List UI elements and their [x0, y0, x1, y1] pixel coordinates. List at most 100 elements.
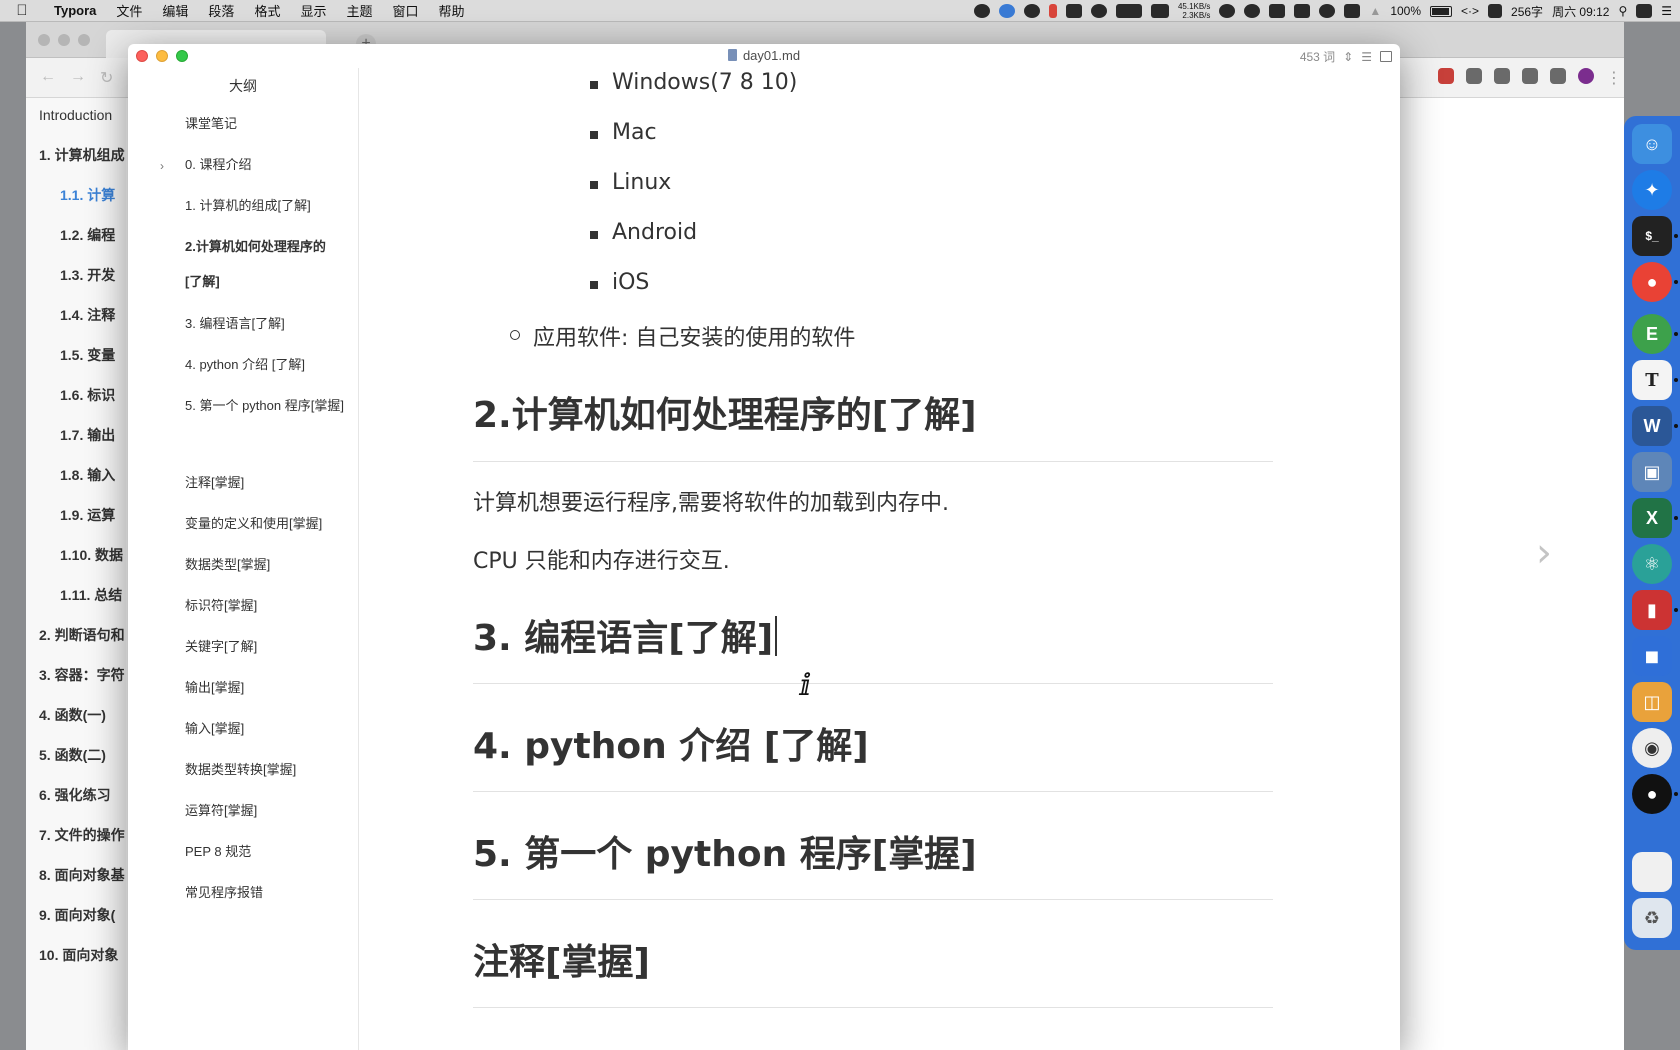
list-item[interactable]: Windows(7 8 10) [589, 70, 797, 95]
menu-edit[interactable]: 编辑 [152, 1, 198, 20]
menu-window[interactable]: 窗口 [382, 1, 428, 20]
sidebar-item[interactable]: 1.8. 输入 [60, 465, 115, 485]
extension-icon[interactable] [1522, 68, 1538, 84]
list-item[interactable]: Android [589, 220, 697, 245]
menu-theme[interactable]: 主题 [336, 1, 382, 20]
outline-toggle-icon[interactable]: ☰ [1361, 50, 1372, 64]
heading-first-program[interactable]: 5. 第一个 python 程序[掌握] [473, 825, 1273, 877]
forward-arrow-icon[interactable]: → [70, 68, 86, 88]
outline-item[interactable]: 变量的定义和使用[掌握] [185, 506, 345, 541]
trash-icon[interactable]: ♻ [1632, 898, 1672, 938]
word-count-label[interactable]: 453 词 [1300, 48, 1335, 65]
menu-app-typora[interactable]: Typora [44, 3, 106, 18]
chat-tray-icon[interactable] [1294, 4, 1311, 18]
sidebar-item[interactable]: 8. 面向对象基 [39, 865, 125, 885]
sidebar-item[interactable]: 6. 强化练习 [39, 785, 111, 805]
chrome-icon[interactable]: ● [1632, 262, 1672, 302]
virtualbox-icon[interactable]: ◼ [1632, 636, 1672, 676]
wifi-icon[interactable]: ▲ [1369, 4, 1381, 18]
back-arrow-icon[interactable]: ← [40, 68, 56, 88]
sidebar-item[interactable]: 1.9. 运算 [60, 505, 115, 525]
sidebar-toggle-icon[interactable] [1380, 51, 1392, 62]
outline-item[interactable]: 1. 计算机的组成[了解] [185, 188, 345, 223]
sidebar-item[interactable]: 1.7. 输出 [60, 425, 115, 445]
preview-icon[interactable]: ▣ [1632, 452, 1672, 492]
sidebar-item[interactable]: 1. 计算机组成 [39, 145, 125, 165]
sidebar-item[interactable]: 1.10. 数据 [60, 545, 123, 565]
outline-item[interactable]: 3. 编程语言[了解] [185, 306, 345, 341]
sidebar-item[interactable]: 3. 容器：字符 [39, 665, 125, 685]
sidebar-item[interactable]: 1.6. 标识 [60, 385, 115, 405]
list-item[interactable]: Mac [590, 120, 657, 145]
terminal-icon[interactable]: $_ [1632, 216, 1672, 256]
extension-icon[interactable] [1494, 68, 1510, 84]
outline-item[interactable]: 运算符[掌握] [185, 793, 345, 828]
outline-item[interactable]: 关键字[了解] [185, 629, 345, 664]
outline-item[interactable]: 标识符[掌握] [185, 588, 345, 623]
keyboard-tray-icon[interactable] [1488, 4, 1503, 18]
outline-item[interactable]: 课堂笔记 [185, 106, 345, 141]
obs-icon[interactable]: ● [1632, 774, 1672, 814]
sidebar-item[interactable]: 5. 函数(二) [39, 745, 106, 765]
sidebar-item[interactable]: 1.2. 编程 [60, 225, 115, 245]
sidebar-item[interactable]: 1.11. 总结 [60, 585, 122, 605]
extension-icon[interactable] [1466, 68, 1482, 84]
notification-center-icon[interactable] [1636, 4, 1653, 18]
word-icon[interactable]: W [1632, 406, 1672, 446]
input-source-icon[interactable]: <·> [1461, 4, 1479, 18]
more-menu-icon[interactable]: ⋮ [1606, 68, 1622, 87]
browser-maximize-button[interactable] [78, 34, 90, 46]
outline-item[interactable]: 注释[掌握] [185, 465, 345, 500]
atom-icon[interactable]: ⚛ [1632, 544, 1672, 584]
menu-paragraph[interactable]: 段落 [198, 1, 244, 20]
menu-file[interactable]: 文件 [106, 1, 152, 20]
parallels-icon[interactable]: ▮ [1632, 590, 1672, 630]
bluetooth-tray-icon[interactable] [1090, 4, 1107, 18]
list-item[interactable]: Linux [589, 170, 671, 195]
puzzle-icon[interactable] [1550, 68, 1566, 84]
outline-item[interactable]: 输出[掌握] [185, 670, 345, 705]
sidebar-item-active[interactable]: 1.1. 计算 [60, 185, 115, 205]
evernote-icon[interactable]: E [1632, 314, 1672, 354]
sidebar-item[interactable]: 1.4. 注释 [60, 305, 115, 325]
chevron-right-icon[interactable]: › [160, 159, 164, 173]
sidebar-item[interactable]: 1.5. 变量 [60, 345, 115, 365]
outline-item[interactable]: 数据类型转换[掌握] [185, 752, 345, 787]
menu-view[interactable]: 显示 [290, 1, 336, 20]
reload-icon[interactable]: ↻ [100, 68, 113, 88]
evernote-tray-icon[interactable] [1219, 4, 1236, 18]
outline-item-active[interactable]: 2.计算机如何处理程序的 [了解] [185, 229, 345, 299]
extension-icon[interactable] [1438, 68, 1454, 84]
control-menu-icon[interactable]: ☰ [1661, 4, 1672, 18]
battery-percent[interactable]: 100% [1390, 4, 1421, 18]
sidebar-item[interactable]: 2. 判断语句和 [39, 625, 125, 645]
sidebar-item[interactable]: 7. 文件的操作 [39, 825, 125, 845]
folder-icon[interactable]: ◫ [1632, 682, 1672, 722]
outline-item[interactable]: 4. python 介绍 [了解] [185, 347, 345, 382]
outline-item[interactable]: 常见程序报错 [185, 875, 345, 910]
app-tray-icon[interactable] [1023, 4, 1040, 18]
screen-tray-icon[interactable] [1065, 4, 1082, 18]
cloud-tray-icon[interactable] [1319, 4, 1336, 18]
cpu-meter-icon[interactable] [1115, 4, 1142, 18]
heading-lang[interactable]: 3. 编程语言[了解] [473, 609, 1273, 661]
info-tray-icon[interactable] [998, 4, 1015, 18]
typora-icon[interactable]: T [1632, 360, 1672, 400]
battery-icon[interactable] [1430, 5, 1453, 17]
outline-item[interactable]: 数据类型[掌握] [185, 547, 345, 582]
paragraph[interactable]: CPU 只能和内存进行交互. [473, 543, 730, 575]
outline-item[interactable]: 0. 课程介绍 [185, 147, 345, 182]
browser-minimize-button[interactable] [58, 34, 70, 46]
heading-python[interactable]: 4. python 介绍 [了解] [473, 717, 1273, 769]
grid-tray-icon[interactable] [1344, 4, 1361, 18]
paragraph[interactable]: 计算机想要运行程序,需要将软件的加载到内存中. [473, 485, 949, 517]
menu-format[interactable]: 格式 [244, 1, 290, 20]
network-speed[interactable]: 45.1KB/s 2.3KB/s [1178, 2, 1210, 20]
word-count-tray[interactable]: 256字 [1511, 3, 1543, 20]
sidebar-item[interactable]: Introduction [39, 107, 112, 123]
list-item[interactable]: iOS [589, 270, 649, 295]
editor-content[interactable]: Windows(7 8 10) Mac Linux Android iOS 应用… [360, 68, 1400, 1050]
outline-item[interactable]: PEP 8 规范 [185, 834, 345, 869]
heading-process[interactable]: 2.计算机如何处理程序的[了解] [473, 386, 1273, 438]
snapshot-icon[interactable]: ◉ [1632, 728, 1672, 768]
